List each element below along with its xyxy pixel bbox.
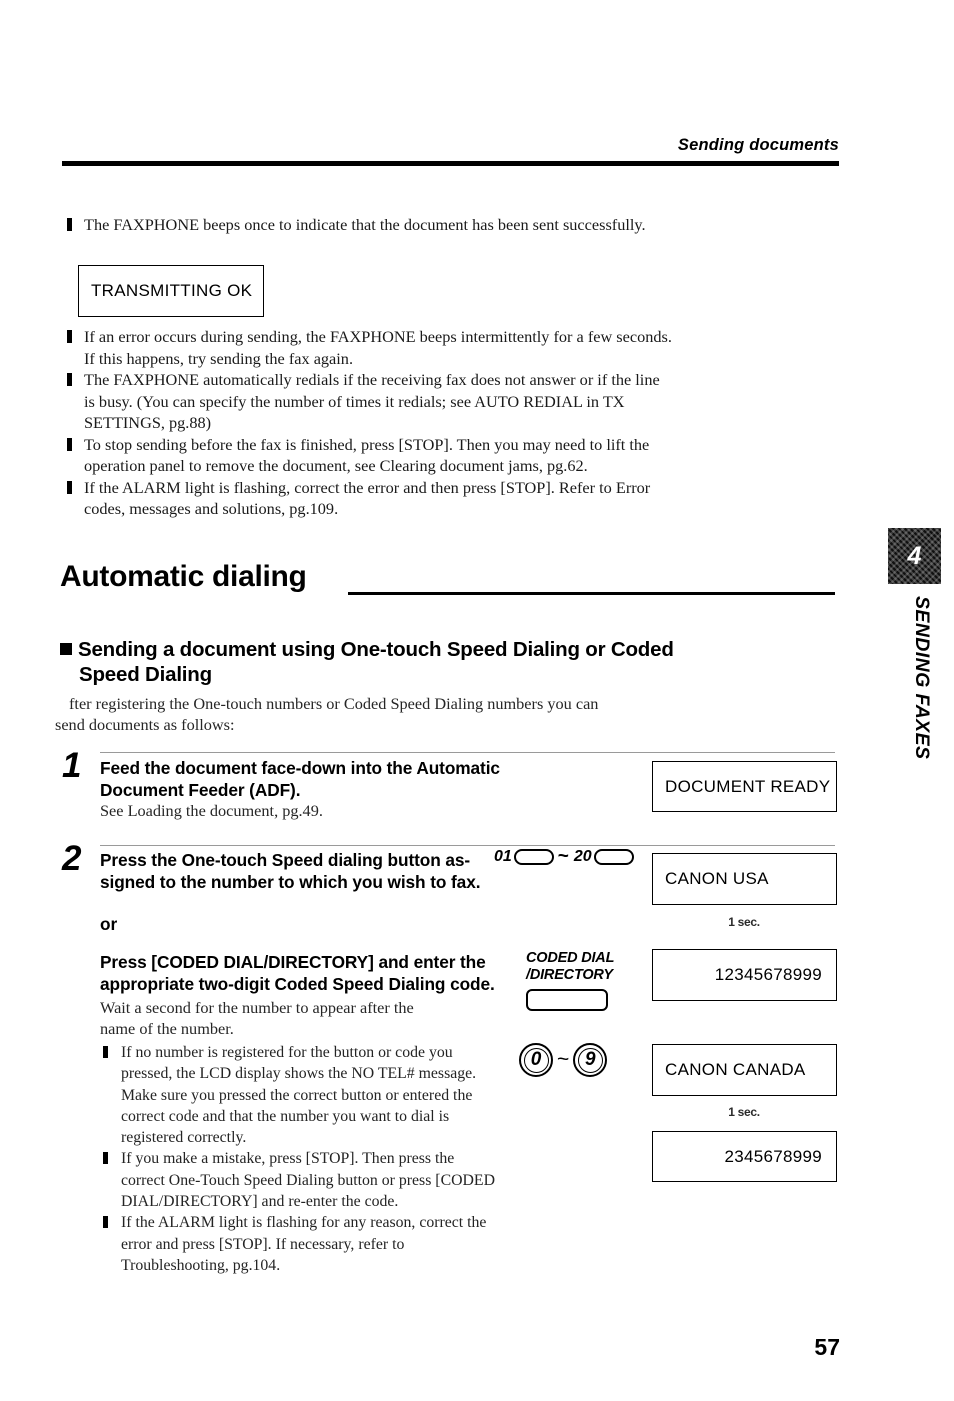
square-bullet-icon: [103, 1152, 108, 1165]
step-1-subtext: See Loading the document, pg.49.: [100, 801, 323, 820]
lcd-display-canada-number: 2345678999: [652, 1131, 837, 1182]
step-2-alt-heading-line2: appropriate two-digit Coded Speed Dialin…: [100, 974, 495, 994]
note-text: The FAXPHONE beeps once to indicate that…: [84, 215, 646, 234]
range-tilde: ~: [557, 846, 569, 867]
chapter-tab-label: SENDING FAXES: [911, 596, 933, 760]
section-intro: fter registering the One-touch numbers o…: [55, 693, 695, 735]
coded-dial-key-icon[interactable]: [526, 989, 608, 1011]
one-touch-key-range: 01 ~ 20: [494, 846, 634, 867]
lcd-display-transmitting-ok: TRANSMITTING OK: [78, 265, 264, 317]
one-touch-first-label: 01: [494, 848, 512, 865]
step-2-or-label: or: [100, 914, 118, 934]
square-bullet-icon: [67, 373, 72, 386]
square-bullet-icon: [103, 1216, 108, 1229]
numeric-key-0-icon[interactable]: 0: [519, 1043, 553, 1077]
step-2-alt-subtext-line1: Wait a second for the number to appear a…: [100, 998, 414, 1017]
step-number-1: 1: [62, 746, 82, 785]
square-bullet-icon: [103, 1046, 108, 1058]
subsection-title-line1: Sending a document using One-touch Speed…: [78, 638, 674, 661]
list-item: If you make a mistake, press [STOP]. The…: [100, 1148, 500, 1212]
note-text: If the ALARM light is flashing for any r…: [121, 1214, 487, 1274]
step-1-heading: Feed the document face-down into the Aut…: [100, 757, 520, 801]
step-separator: [100, 752, 835, 753]
one-touch-last-label: 20: [573, 848, 592, 865]
page-number: 57: [814, 1334, 840, 1360]
subsection-title: Sending a document using One-touch Speed…: [60, 637, 850, 687]
lcd-display-canon-usa: CANON USA: [652, 853, 837, 905]
step-separator: [100, 845, 835, 846]
coded-dial-label-line2: /DIRECTORY: [526, 966, 613, 983]
square-bullet-icon: [67, 480, 72, 494]
step-2-alt-subtext-line2: name of the number.: [100, 1019, 234, 1038]
one-touch-key-icon[interactable]: [513, 849, 554, 865]
note-text: To stop sending before the fax is finish…: [84, 434, 650, 476]
range-tilde: ~: [557, 1048, 570, 1071]
square-bullet-icon: [60, 643, 72, 655]
manual-page: Sending documents The FAXPHONE beeps onc…: [0, 0, 954, 1401]
header-rule: [62, 161, 839, 166]
note-text: If no number is registered for the butto…: [121, 1044, 477, 1147]
section-title-rule: [348, 592, 835, 595]
subsection-title-line2: Speed Dialing: [79, 663, 212, 686]
lcd-display-canon-canada: CANON CANADA: [652, 1044, 837, 1096]
list-item: If no number is registered for the butto…: [100, 1042, 500, 1148]
list-item: If the ALARM light is flashing, correct …: [62, 477, 672, 520]
list-item: If the ALARM light is flashing for any r…: [100, 1212, 500, 1276]
coded-dial-label-line1: CODED DIAL: [526, 950, 615, 966]
delay-label-1: 1 sec.: [728, 915, 760, 929]
note-text: The FAXPHONE automatically redials if th…: [84, 370, 660, 432]
note-list: If an error occurs during sending, the F…: [62, 326, 672, 520]
lcd-display-usa-number: 12345678999: [652, 949, 837, 1001]
square-bullet-icon: [67, 437, 72, 451]
numeric-key-9-icon[interactable]: 9: [573, 1043, 608, 1077]
intro-line-2: send documents as follows:: [55, 715, 235, 734]
step-2-heading-line2: signed to the number to which you wish t…: [100, 872, 481, 892]
step-2-heading-line1: Press the One-touch Speed dialing button…: [100, 850, 471, 870]
step-1-heading-line2: Document Feeder (ADF).: [100, 780, 301, 800]
one-touch-key-icon[interactable]: [593, 849, 634, 865]
step-2-alt-subtext: Wait a second for the number to appear a…: [100, 997, 500, 1039]
note-text: If the ALARM light is flashing, correct …: [84, 477, 651, 519]
list-item: The FAXPHONE beeps once to indicate that…: [62, 214, 682, 236]
step-number-2: 2: [62, 839, 82, 878]
list-item: If an error occurs during sending, the F…: [62, 326, 672, 369]
list-item: The FAXPHONE automatically redials if th…: [62, 369, 672, 434]
step-2-alt-heading: Press [CODED DIAL/DIRECTORY] and enter t…: [100, 951, 500, 995]
intro-line-1: fter registering the One-touch numbers o…: [69, 694, 599, 713]
chapter-number: 4: [907, 541, 922, 570]
numeric-key-range: 0 ~ 9: [519, 1043, 608, 1077]
note-text: If an error occurs during sending, the F…: [84, 327, 672, 368]
page-header-title: Sending documents: [677, 136, 839, 154]
coded-dial-key-label: CODED DIAL /DIRECTORY: [526, 950, 614, 983]
step-1-heading-line1: Feed the document face-down into the Aut…: [100, 758, 500, 778]
note-text: If you make a mistake, press [STOP]. The…: [121, 1150, 495, 1211]
top-note-list: The FAXPHONE beeps once to indicate that…: [62, 214, 682, 236]
list-item: To stop sending before the fax is finish…: [62, 434, 672, 477]
step-2-heading: Press the One-touch Speed dialing button…: [100, 849, 500, 893]
lcd-display-document-ready: DOCUMENT READY: [652, 761, 837, 812]
step-2-alt-heading-line1: Press [CODED DIAL/DIRECTORY] and enter t…: [100, 952, 486, 972]
square-bullet-icon: [67, 330, 72, 343]
section-title: Automatic dialing: [60, 560, 307, 593]
step-2-note-list: If no number is registered for the butto…: [100, 1042, 500, 1276]
chapter-tab-marker: 4: [888, 528, 941, 584]
square-bullet-icon: [67, 218, 72, 231]
delay-label-2: 1 sec.: [728, 1105, 760, 1119]
